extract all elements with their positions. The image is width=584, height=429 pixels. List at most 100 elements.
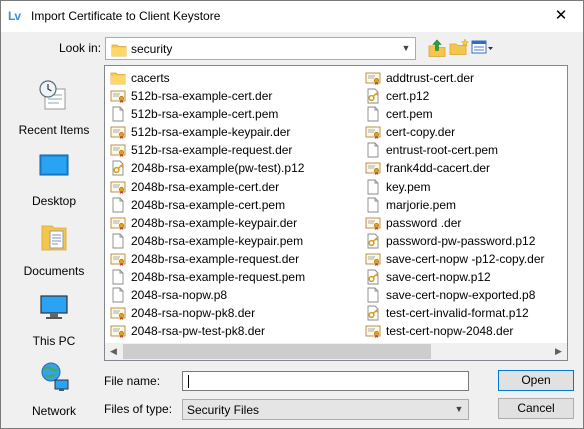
file-list-item[interactable]: 2048b-rsa-example-cert.der — [110, 178, 356, 196]
file-list-item[interactable]: test-cert-nopw-2048.der — [365, 322, 565, 340]
file-name-text: save-cert-nopw.p12 — [386, 270, 491, 285]
open-button[interactable]: Open — [498, 370, 574, 391]
keystore-file-icon — [365, 305, 381, 321]
document-icon — [365, 142, 381, 158]
scroll-left-icon[interactable]: ◀ — [105, 343, 122, 360]
file-name-label: File name: — [104, 374, 161, 388]
file-list-item[interactable]: 512b-rsa-example-request.der — [110, 141, 356, 159]
file-list-item[interactable]: 2048b-rsa-example-cert.pem — [110, 196, 356, 214]
file-list-item[interactable]: 512b-rsa-example-cert.pem — [110, 105, 356, 123]
keystore-file-icon — [110, 160, 126, 176]
certificate-icon — [365, 124, 381, 140]
scroll-right-icon[interactable]: ▶ — [550, 343, 567, 360]
cancel-button[interactable]: Cancel — [498, 398, 574, 419]
file-list-item[interactable]: frank4dd-cacert.der — [365, 159, 565, 177]
file-list-item[interactable]: test-cert-invalid-format.p12 — [365, 304, 565, 322]
document-icon — [365, 106, 381, 122]
file-list-item[interactable]: entrust-root-cert.pem — [365, 141, 565, 159]
file-type-label: Files of type: — [104, 402, 173, 416]
documents-icon — [41, 225, 67, 251]
look-in-value: security — [131, 42, 173, 56]
file-name-text: frank4dd-cacert.der — [386, 161, 491, 176]
recent-items-icon — [39, 80, 66, 110]
file-name-text: cert-copy.der — [386, 125, 456, 140]
file-list-item[interactable]: 2048b-rsa-example-request.der — [110, 250, 356, 268]
file-list-item[interactable]: marjorie.pem — [365, 196, 565, 214]
keystore-file-icon — [365, 269, 381, 285]
close-button[interactable]: ✕ — [543, 3, 579, 29]
place-this-pc[interactable]: This PC — [9, 290, 99, 356]
certificate-icon — [110, 305, 126, 321]
file-list-item[interactable]: 512b-rsa-example-keypair.der — [110, 123, 356, 141]
certificate-icon — [110, 179, 126, 195]
file-name-text: 512b-rsa-example-cert.der — [131, 89, 273, 104]
file-list-item[interactable]: password .der — [365, 214, 565, 232]
horizontal-scrollbar[interactable]: ◀ ▶ — [104, 343, 568, 361]
keystore-file-icon — [365, 88, 381, 104]
file-list-item[interactable]: key.pem — [365, 178, 565, 196]
folder-icon — [111, 42, 127, 58]
document-icon — [365, 287, 381, 303]
certificate-icon — [110, 124, 126, 140]
look-in-dropdown[interactable]: security ▼ — [105, 37, 416, 60]
certificate-icon — [365, 251, 381, 267]
title-bar: Lv Import Certificate to Client Keystore… — [1, 1, 583, 32]
places-bar: Recent Items Desktop Documents This PC N… — [9, 64, 99, 418]
file-name-text: 512b-rsa-example-request.der — [131, 143, 293, 158]
place-desktop[interactable]: Desktop — [9, 150, 99, 216]
file-list-item[interactable]: 2048-rsa-nopw-pk8.der — [110, 304, 356, 322]
file-list-item[interactable]: 512b-rsa-example-cert.der — [110, 87, 356, 105]
file-name-text: password-pw-password.p12 — [386, 233, 536, 248]
file-list-item[interactable]: save-cert-nopw -p12-copy.der — [365, 250, 565, 268]
file-column-left: cacerts 512b-rsa-example-cert.der 512b-rsa… — [110, 69, 356, 340]
new-folder-icon[interactable] — [448, 37, 470, 59]
file-list-item[interactable]: 2048b-rsa-example-keypair.pem — [110, 232, 356, 250]
document-icon — [365, 179, 381, 195]
folder-icon — [110, 70, 126, 86]
file-name-text: cacerts — [131, 71, 170, 85]
file-list-item[interactable]: 2048b-rsa-example-keypair.der — [110, 214, 356, 232]
file-name-text: save-cert-nopw -p12-copy.der — [386, 251, 545, 266]
place-label: Recent Items — [18, 123, 90, 137]
file-name-input[interactable] — [182, 371, 469, 391]
file-list-item[interactable]: cacerts — [110, 69, 356, 87]
view-menu-icon[interactable] — [470, 37, 494, 59]
text-caret — [188, 375, 189, 388]
file-name-text: 2048-rsa-nopw.p8 — [131, 288, 228, 303]
certificate-icon — [365, 160, 381, 176]
file-name-text: test-cert-invalid-format.p12 — [386, 306, 529, 321]
place-label: Network — [31, 404, 76, 418]
place-network[interactable]: Network — [9, 360, 99, 426]
file-name-text: addtrust-cert.der — [386, 71, 475, 85]
scroll-thumb[interactable] — [123, 344, 431, 359]
file-type-dropdown[interactable]: Security Files ▼ — [182, 399, 469, 420]
chevron-down-icon[interactable]: ▼ — [397, 38, 415, 59]
file-name-text: 2048b-rsa-example-request.der — [131, 251, 300, 266]
place-recent-items[interactable]: Recent Items — [9, 79, 99, 145]
file-list[interactable]: cacerts 512b-rsa-example-cert.der 512b-rsa… — [104, 65, 568, 361]
file-list-item[interactable]: 2048b-rsa-example(pw-test).p12 — [110, 159, 356, 177]
file-list-item[interactable]: 2048b-rsa-example-request.pem — [110, 268, 356, 286]
place-label: Documents — [23, 264, 85, 278]
place-documents[interactable]: Documents — [9, 220, 99, 286]
file-name-text: test-cert-nopw-2048.der — [386, 324, 514, 339]
file-list-item[interactable]: addtrust-cert.der — [365, 69, 565, 87]
certificate-icon — [110, 88, 126, 104]
file-list-item[interactable]: save-cert-nopw-exported.p8 — [365, 286, 565, 304]
file-list-item[interactable]: 2048-rsa-nopw.p8 — [110, 286, 356, 304]
file-list-item[interactable]: cert.p12 — [365, 87, 565, 105]
file-list-item[interactable]: cert.pem — [365, 105, 565, 123]
file-name-text: 2048b-rsa-example-cert.pem — [131, 197, 286, 212]
certificate-icon — [110, 142, 126, 158]
file-list-item[interactable]: cert-copy.der — [365, 123, 565, 141]
up-one-level-icon[interactable] — [426, 37, 448, 59]
dialog-title: Import Certificate to Client Keystore — [31, 9, 221, 23]
file-name-text: 2048b-rsa-example(pw-test).p12 — [131, 161, 305, 176]
file-name-text: 2048-rsa-nopw-pk8.der — [131, 306, 256, 321]
document-icon — [110, 287, 126, 303]
file-list-item[interactable]: password-pw-password.p12 — [365, 232, 565, 250]
chevron-down-icon[interactable]: ▼ — [450, 400, 468, 419]
file-list-item[interactable]: 2048-rsa-pw-test-pk8.der — [110, 322, 356, 340]
certificate-icon — [365, 323, 381, 339]
file-list-item[interactable]: save-cert-nopw.p12 — [365, 268, 565, 286]
